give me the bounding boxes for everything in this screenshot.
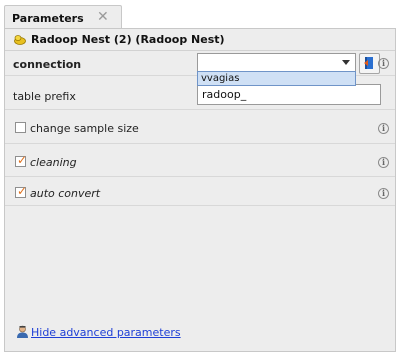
cleaning-checkbox[interactable]: ✓ — [15, 153, 28, 167]
connection-option[interactable]: vvagias — [197, 71, 356, 86]
connection-manager-icon — [364, 57, 373, 69]
info-icon[interactable]: i — [378, 123, 389, 134]
check-icon: ✓ — [17, 184, 28, 198]
operator-header: Radoop Nest (2) (Radoop Nest) — [5, 29, 395, 51]
auto-convert-checkbox[interactable]: ✓ — [15, 184, 28, 198]
auto-convert-label: auto convert — [30, 187, 101, 200]
check-icon: ✓ — [17, 153, 28, 167]
tab-strip: Parameters ✕ — [0, 0, 400, 29]
tab-parameters[interactable]: Parameters ✕ — [4, 5, 122, 29]
chevron-down-icon[interactable] — [342, 60, 350, 65]
info-icon[interactable]: i — [378, 58, 389, 69]
connection-manager-button[interactable] — [359, 53, 380, 74]
nest-icon — [14, 35, 26, 45]
expert-user-icon — [17, 325, 28, 338]
tab-title: Parameters — [12, 12, 84, 25]
table-prefix-input[interactable]: radoop_ — [197, 84, 381, 105]
connection-label: connection — [13, 58, 82, 71]
operator-title: Radoop Nest (2) (Radoop Nest) — [31, 33, 225, 46]
param-row-change-sample-size: change sample size i — [5, 111, 395, 144]
change-sample-size-checkbox[interactable] — [15, 122, 26, 133]
info-icon[interactable]: i — [378, 188, 389, 199]
param-row-cleaning: ✓ cleaning i — [5, 145, 395, 177]
parameters-panel: Radoop Nest (2) (Radoop Nest) connection… — [4, 28, 396, 352]
param-row-auto-convert: ✓ auto convert i — [5, 178, 395, 206]
hide-advanced-parameters-link[interactable]: Hide advanced parameters — [31, 326, 181, 339]
cleaning-label: cleaning — [30, 156, 77, 169]
info-icon[interactable]: i — [378, 157, 389, 168]
change-sample-size-label: change sample size — [30, 122, 139, 135]
close-icon[interactable]: ✕ — [97, 9, 109, 25]
table-prefix-label: table prefix — [13, 90, 76, 103]
